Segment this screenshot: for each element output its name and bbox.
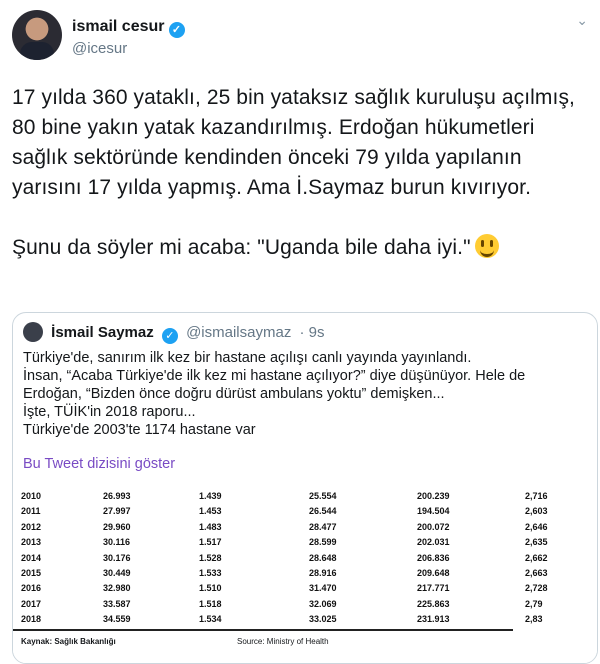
table-cell: 33.025 <box>309 614 337 625</box>
table-cell: 2,662 <box>525 552 548 563</box>
table-cell: 209.648 <box>417 568 450 578</box>
quoted-author-handle: @ismailsaymaz <box>186 324 292 341</box>
table-row: 2014 30.176 1.528 28.648 206.836 2,662 <box>13 553 597 568</box>
table-source-tr: Kaynak: Sağlık Bakanlığı <box>21 637 116 646</box>
table-cell: 2,83 <box>525 614 543 625</box>
table-cell: 2017 <box>21 598 42 609</box>
attached-table-image[interactable]: 2010 26.993 1.439 25.554 200.239 2,716 2011 27.… <box>13 477 597 663</box>
table-cell: 1.453 <box>199 506 222 517</box>
table-cell: 1.534 <box>199 614 222 625</box>
table-cell: 30.116 <box>103 537 131 548</box>
table-cell: 26.544 <box>309 506 337 517</box>
table-cell: 28.648 <box>309 552 337 563</box>
quoted-avatar <box>23 322 43 342</box>
table-cell: 2011 <box>21 506 41 517</box>
table-cell: 2,663 <box>525 568 548 578</box>
table-cell: 32.069 <box>309 598 337 609</box>
table-row: 2015 30.449 1.533 28.916 209.648 2,663 <box>13 568 597 583</box>
table-cell: 2,716 <box>525 491 548 501</box>
table-cell: 1.510 <box>199 583 222 594</box>
table-row: 2013 30.116 1.517 28.599 202.031 2,635 <box>13 537 597 552</box>
table-row: 2018 34.559 1.534 33.025 231.913 2,83 <box>13 614 597 629</box>
quoted-header: İsmail Saymaz ✓ @ismailsaymaz · 9s <box>23 322 325 344</box>
author-name[interactable]: ismail cesur <box>72 18 165 35</box>
table-row: 2010 26.993 1.439 25.554 200.239 2,716 <box>13 491 597 506</box>
table-cell: 194.504 <box>417 506 450 517</box>
quoted-author-name: İsmail Saymaz <box>51 324 154 341</box>
verified-badge-icon: ✓ <box>161 328 178 344</box>
table-cell: 28.916 <box>309 568 337 578</box>
table-cell: 2,728 <box>525 583 548 594</box>
table-cell: 29.960 <box>103 521 131 532</box>
table-cell: 1.517 <box>199 537 222 548</box>
table-cell: 2,79 <box>525 598 543 609</box>
table-cell: 2013 <box>21 537 42 548</box>
table-cell: 26.993 <box>103 491 131 501</box>
table-cell: 2,603 <box>525 506 548 517</box>
table-cell: 31.470 <box>309 583 337 594</box>
table-row: 2011 27.997 1.453 26.544 194.504 2,603 <box>13 506 597 521</box>
table-row: 2012 29.960 1.483 28.477 200.072 2,646 <box>13 522 597 537</box>
author-avatar[interactable] <box>12 10 62 60</box>
table-cell: 225.863 <box>417 598 450 609</box>
table-cell: 1.528 <box>199 552 222 563</box>
table-divider <box>13 629 513 631</box>
table-cell: 2,635 <box>525 537 548 548</box>
table-cell: 30.449 <box>103 568 131 578</box>
table-cell: 1.518 <box>199 598 222 609</box>
table-cell: 27.997 <box>103 506 131 517</box>
table-cell: 206.836 <box>417 552 450 563</box>
table-cell: 34.559 <box>103 614 131 625</box>
verified-badge-icon: ✓ <box>168 22 185 38</box>
table-cell: 2,646 <box>525 521 548 532</box>
table-source-en: Source: Ministry of Health <box>237 637 329 646</box>
table-cell: 1.439 <box>199 491 222 501</box>
table-cell: 2010 <box>21 491 42 501</box>
table-cell: 2015 <box>21 568 42 578</box>
quoted-tweet[interactable]: İsmail Saymaz ✓ @ismailsaymaz · 9s Türki… <box>12 312 598 664</box>
table-cell: 30.176 <box>103 552 131 563</box>
table-cell: 33.587 <box>103 598 131 609</box>
tweet-header: ismail cesur ✓ @icesur ⌄ <box>12 10 588 66</box>
chevron-down-icon[interactable]: ⌄ <box>576 12 588 29</box>
table-row: 2017 33.587 1.518 32.069 225.863 2,79 <box>13 599 597 614</box>
table-cell: 1.533 <box>199 568 222 578</box>
table-cell: 2012 <box>21 521 42 532</box>
table-cell: 202.031 <box>417 537 450 548</box>
table-cell: 32.980 <box>103 583 131 594</box>
table-cell: 2018 <box>21 614 42 625</box>
table-cell: 28.599 <box>309 537 337 548</box>
table-cell: 2016 <box>21 583 42 594</box>
quoted-timestamp: · 9s <box>299 324 325 341</box>
table-cell: 217.771 <box>417 583 450 594</box>
table-cell: 231.913 <box>417 614 450 625</box>
grinning-face-icon <box>474 234 499 258</box>
table-cell: 200.072 <box>417 521 450 532</box>
show-thread-link[interactable]: Bu Tweet dizisini göster <box>23 456 175 472</box>
table-cell: 2014 <box>21 552 42 563</box>
table-row: 2016 32.980 1.510 31.470 217.771 2,728 <box>13 583 597 598</box>
tweet-text-container: 17 yılda 360 yataklı, 25 bin yataksız sa… <box>12 83 588 263</box>
tweet-text: 17 yılda 360 yataklı, 25 bin yataksız sa… <box>12 86 575 259</box>
table-cell: 200.239 <box>417 491 450 501</box>
table-cell: 28.477 <box>309 521 337 532</box>
table-cell: 25.554 <box>309 491 337 501</box>
author-name-row[interactable]: ismail cesur ✓ <box>72 18 185 38</box>
table-cell: 1.483 <box>199 521 222 532</box>
author-handle[interactable]: @icesur <box>72 40 127 57</box>
quoted-text: Türkiye'de, sanırım ilk kez bir hastane … <box>23 350 526 438</box>
